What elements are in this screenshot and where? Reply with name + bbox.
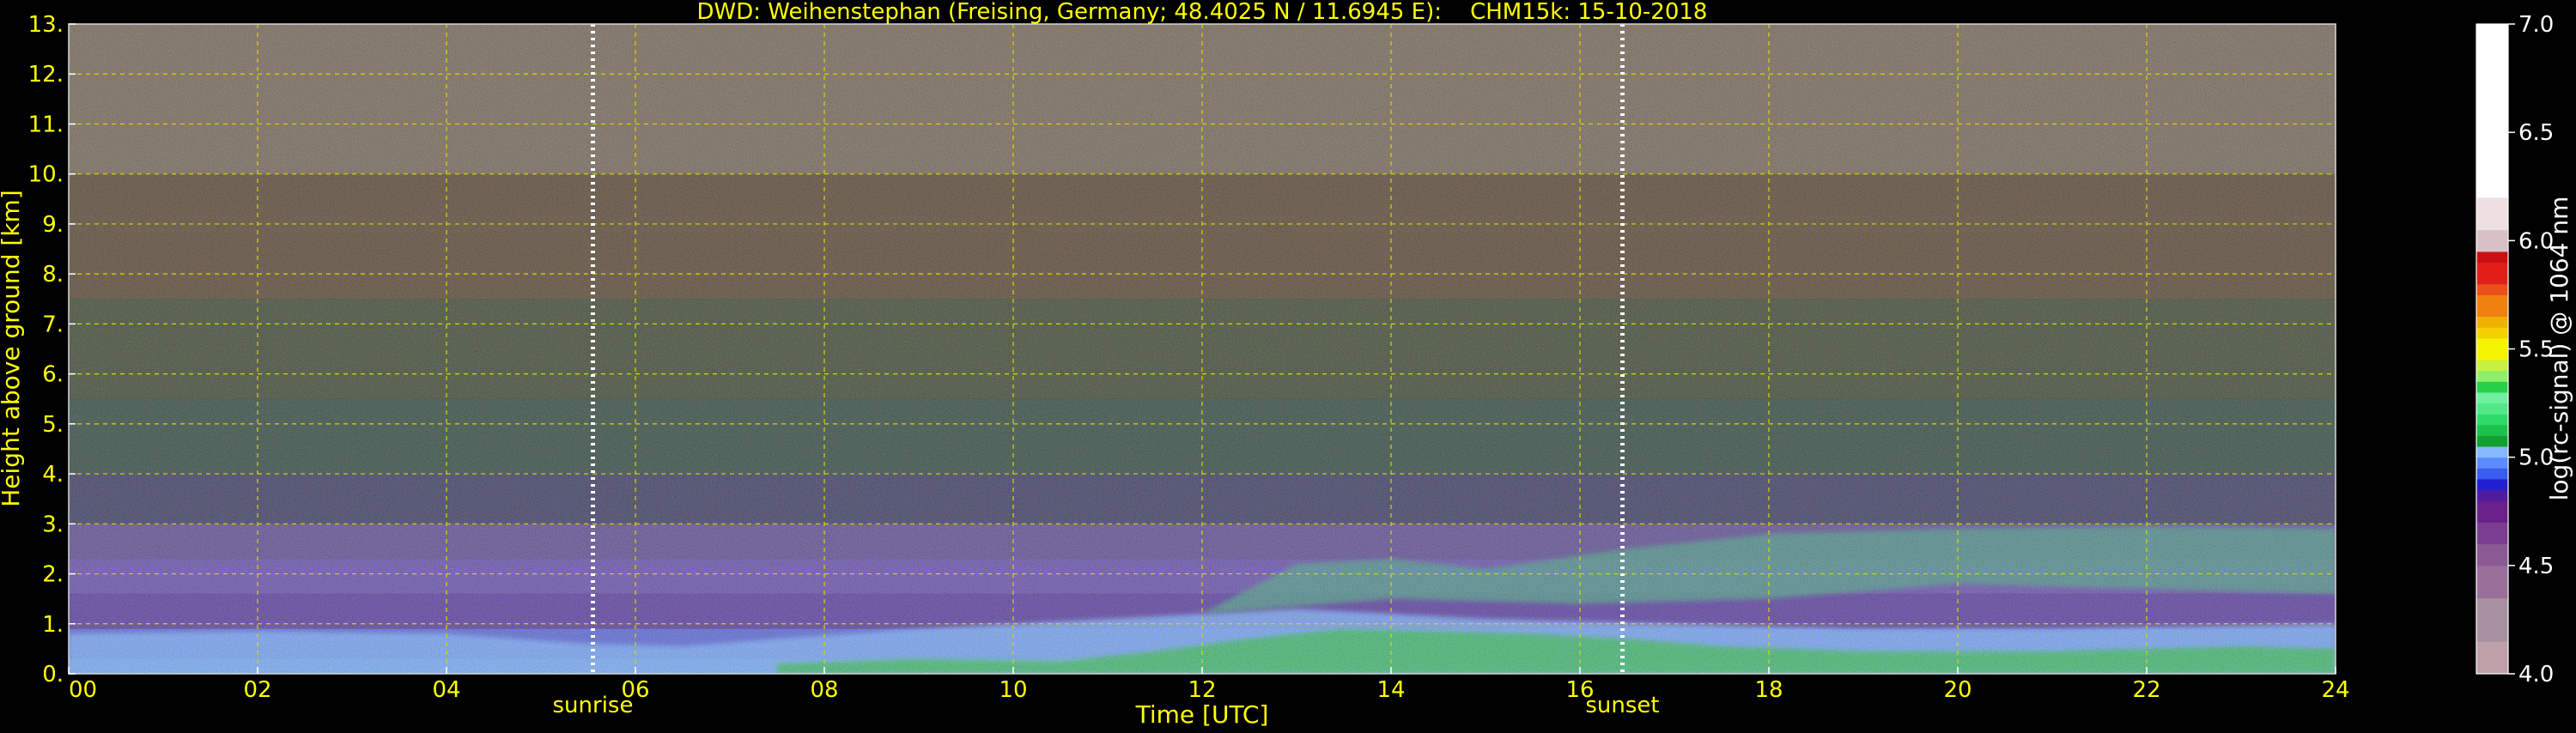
chart-title: DWD: Weihenstephan (Freising, Germany; 4…: [697, 0, 1708, 25]
x-tick-label: 24: [2321, 677, 2349, 703]
colorbar-segment: [2476, 337, 2508, 360]
sunset-label: sunset: [1585, 693, 1659, 718]
x-tick-label: 20: [1943, 677, 1971, 703]
y-tick-label: 3.: [42, 512, 64, 537]
colorbar-segment: [2476, 381, 2508, 393]
y-tick-label: 10.: [28, 162, 64, 188]
x-tick-label: 08: [810, 677, 838, 703]
y-tick-label: 12.: [28, 62, 64, 88]
x-tick-label: 00: [69, 677, 97, 703]
colorbar-segment: [2476, 468, 2508, 480]
colorbar-segment: [2476, 435, 2508, 447]
colorbar-segment: [2476, 500, 2508, 523]
colorbar-segment: [2476, 262, 2508, 285]
y-tick-label: 6.: [42, 362, 64, 388]
colorbar-segment: [2476, 522, 2508, 545]
x-tick-label: 04: [432, 677, 460, 703]
colorbar-segment: [2476, 641, 2508, 675]
sun-labels: sunrise sunset: [553, 693, 1660, 718]
y-axis-label: Height above ground [km]: [0, 190, 25, 507]
colorbar-segment: [2476, 197, 2508, 231]
y-tick-label: 4.: [42, 462, 64, 488]
colorbar-segment: [2476, 391, 2508, 404]
y-tick-label: 13.: [28, 12, 64, 38]
colorbar-tick-label: 6.5: [2518, 120, 2554, 146]
x-tick-label: 10: [999, 677, 1027, 703]
colorbar-segment: [2476, 403, 2508, 415]
colorbar-segment: [2476, 283, 2508, 295]
x-tick-label: 02: [243, 677, 271, 703]
colorbar-segment: [2476, 229, 2508, 252]
x-tick-label: 12: [1188, 677, 1216, 703]
y-tick-label: 2.: [42, 562, 64, 588]
x-tick-label: 22: [2132, 677, 2160, 703]
colorbar-segment: [2476, 370, 2508, 382]
colorbar-segment: [2476, 316, 2508, 328]
x-axis-label: Time [UTC]: [1135, 700, 1269, 729]
colorbar-tick-label: 4.5: [2518, 554, 2554, 579]
colorbar-segment: [2476, 24, 2508, 198]
ceilometer-figure: 00 02 04 06 08 10 12 14 16 18 20 22 24 0. 1. 2. 3. 4. 5. 6…: [0, 0, 2576, 730]
colorbar: [2476, 24, 2508, 675]
y-tick-label: 1.: [42, 612, 64, 638]
colorbar-segment: [2476, 543, 2508, 566]
colorbar-label: log(rc-signal) @ 1064 nm: [2545, 197, 2573, 501]
x-tick-label: 14: [1376, 677, 1405, 703]
colorbar-segment: [2476, 597, 2508, 642]
colorbar-segment: [2476, 565, 2508, 599]
y-tick-label: 9.: [42, 212, 64, 238]
y-tick-label: 0.: [42, 662, 64, 688]
colorbar-tick-label: 7.0: [2518, 12, 2554, 38]
backscatter-chart: 00 02 04 06 08 10 12 14 16 18 20 22 24 0.1.2.3.4.5.6…: [0, 0, 2573, 729]
colorbar-segment: [2476, 294, 2508, 318]
y-tick-label: 7.: [42, 312, 64, 337]
colorbar-segment: [2476, 327, 2508, 339]
colorbar-segment: [2476, 414, 2508, 426]
x-tick-label: 18: [1754, 677, 1783, 703]
y-tick-label: 5.: [42, 412, 64, 438]
colorbar-segment: [2476, 446, 2508, 458]
sunrise-label: sunrise: [553, 693, 634, 718]
y-tick-label: 8.: [42, 262, 64, 288]
colorbar-segment: [2476, 478, 2508, 491]
colorbar-segment: [2476, 489, 2508, 501]
colorbar-segment: [2476, 424, 2508, 436]
colorbar-segment: [2476, 251, 2508, 264]
colorbar-segment: [2476, 360, 2508, 372]
y-tick-label: 11.: [28, 112, 64, 137]
colorbar-segment: [2476, 457, 2508, 469]
colorbar-tick-label: 4.0: [2518, 662, 2554, 688]
